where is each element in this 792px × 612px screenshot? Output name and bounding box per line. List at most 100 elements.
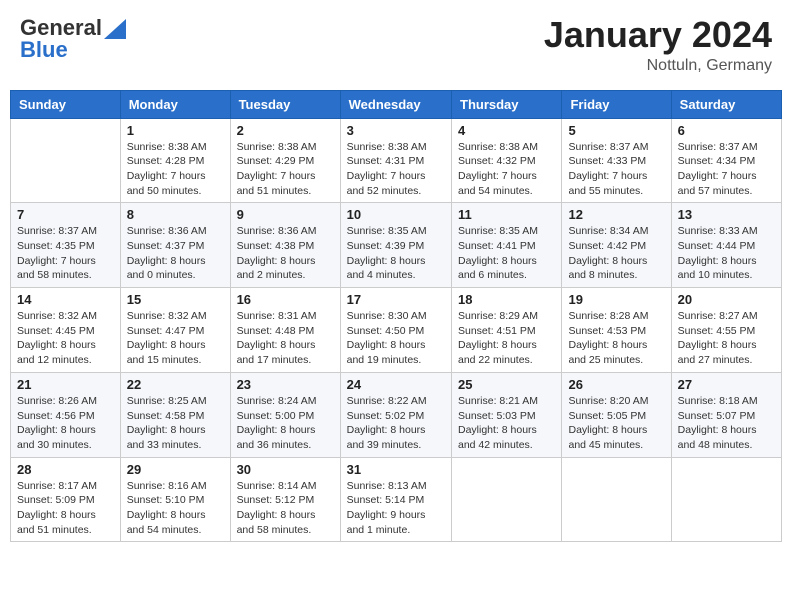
day-info: Sunrise: 8:38 AMSunset: 4:32 PMDaylight:…	[458, 140, 555, 199]
day-cell: 23 Sunrise: 8:24 AMSunset: 5:00 PMDayligh…	[230, 372, 340, 457]
day-number: 31	[347, 462, 445, 477]
day-info: Sunrise: 8:16 AMSunset: 5:10 PMDaylight:…	[127, 479, 224, 538]
day-number: 12	[568, 207, 664, 222]
column-header-sunday: Sunday	[11, 90, 121, 118]
day-cell: 1Sunrise: 8:38 AMSunset: 4:28 PMDaylight…	[120, 118, 230, 203]
day-cell: 25 Sunrise: 8:21 AMSunset: 5:03 PMDayligh…	[452, 372, 562, 457]
day-number: 8	[127, 207, 224, 222]
day-info: Sunrise: 8:14 AMSunset: 5:12 PMDaylight:…	[237, 479, 334, 538]
month-title: January 2024	[544, 15, 772, 55]
column-header-thursday: Thursday	[452, 90, 562, 118]
day-number: 14	[17, 292, 114, 307]
column-header-wednesday: Wednesday	[340, 90, 451, 118]
day-info: Sunrise: 8:18 AMSunset: 5:07 PMDaylight:…	[678, 394, 775, 453]
day-cell: 10 Sunrise: 8:35 AMSunset: 4:39 PMDayligh…	[340, 203, 451, 288]
day-number: 13	[678, 207, 775, 222]
day-cell: 6 Sunrise: 8:37 AMSunset: 4:34 PMDaylight…	[671, 118, 781, 203]
title-block: January 2024 Nottuln, Germany	[544, 15, 772, 75]
day-number: 15	[127, 292, 224, 307]
day-number: 20	[678, 292, 775, 307]
day-cell: 14Sunrise: 8:32 AMSunset: 4:45 PMDayligh…	[11, 288, 121, 373]
day-cell: 7Sunrise: 8:37 AMSunset: 4:35 PMDaylight…	[11, 203, 121, 288]
logo-icon	[104, 19, 126, 39]
location-title: Nottuln, Germany	[544, 57, 772, 75]
day-info: Sunrise: 8:17 AMSunset: 5:09 PMDaylight:…	[17, 479, 114, 538]
day-cell: 15Sunrise: 8:32 AMSunset: 4:47 PMDayligh…	[120, 288, 230, 373]
day-cell: 21 Sunrise: 8:26 AMSunset: 4:56 PMDayligh…	[11, 372, 121, 457]
day-cell: 20 Sunrise: 8:27 AMSunset: 4:55 PMDayligh…	[671, 288, 781, 373]
day-info: Sunrise: 8:28 AMSunset: 4:53 PMDaylight:…	[568, 309, 664, 368]
day-info: Sunrise: 8:33 AMSunset: 4:44 PMDaylight:…	[678, 224, 775, 283]
day-info: Sunrise: 8:22 AMSunset: 5:02 PMDaylight:…	[347, 394, 445, 453]
day-number: 25	[458, 377, 555, 392]
week-row-1: 1Sunrise: 8:38 AMSunset: 4:28 PMDaylight…	[11, 118, 782, 203]
day-number: 30	[237, 462, 334, 477]
week-row-2: 7Sunrise: 8:37 AMSunset: 4:35 PMDaylight…	[11, 203, 782, 288]
day-cell: 24 Sunrise: 8:22 AMSunset: 5:02 PMDayligh…	[340, 372, 451, 457]
day-info: Sunrise: 8:37 AMSunset: 4:34 PMDaylight:…	[678, 140, 775, 199]
day-cell	[562, 457, 671, 542]
day-number: 27	[678, 377, 775, 392]
day-number: 29	[127, 462, 224, 477]
day-cell: 29 Sunrise: 8:16 AMSunset: 5:10 PMDayligh…	[120, 457, 230, 542]
column-header-friday: Friday	[562, 90, 671, 118]
day-number: 17	[347, 292, 445, 307]
day-info: Sunrise: 8:37 AMSunset: 4:35 PMDaylight:…	[17, 224, 114, 283]
day-cell	[11, 118, 121, 203]
day-number: 18	[458, 292, 555, 307]
day-cell: 31Sunrise: 8:13 AMSunset: 5:14 PMDayligh…	[340, 457, 451, 542]
day-number: 4	[458, 123, 555, 138]
day-cell: 27 Sunrise: 8:18 AMSunset: 5:07 PMDayligh…	[671, 372, 781, 457]
day-cell: 9Sunrise: 8:36 AMSunset: 4:38 PMDaylight…	[230, 203, 340, 288]
day-cell	[671, 457, 781, 542]
day-cell: 30 Sunrise: 8:14 AMSunset: 5:12 PMDayligh…	[230, 457, 340, 542]
day-info: Sunrise: 8:38 AMSunset: 4:31 PMDaylight:…	[347, 140, 445, 199]
day-info: Sunrise: 8:36 AMSunset: 4:38 PMDaylight:…	[237, 224, 334, 283]
day-info: Sunrise: 8:38 AMSunset: 4:28 PMDaylight:…	[127, 140, 224, 199]
column-header-monday: Monday	[120, 90, 230, 118]
day-number: 28	[17, 462, 114, 477]
day-number: 26	[568, 377, 664, 392]
day-number: 3	[347, 123, 445, 138]
column-header-tuesday: Tuesday	[230, 90, 340, 118]
column-header-saturday: Saturday	[671, 90, 781, 118]
day-number: 21	[17, 377, 114, 392]
day-cell: 19 Sunrise: 8:28 AMSunset: 4:53 PMDayligh…	[562, 288, 671, 373]
day-number: 10	[347, 207, 445, 222]
day-number: 23	[237, 377, 334, 392]
day-info: Sunrise: 8:20 AMSunset: 5:05 PMDaylight:…	[568, 394, 664, 453]
day-cell: 5 Sunrise: 8:37 AMSunset: 4:33 PMDaylight…	[562, 118, 671, 203]
calendar-table: SundayMondayTuesdayWednesdayThursdayFrid…	[10, 90, 782, 543]
day-number: 16	[237, 292, 334, 307]
day-cell: 18 Sunrise: 8:29 AMSunset: 4:51 PMDayligh…	[452, 288, 562, 373]
day-info: Sunrise: 8:30 AMSunset: 4:50 PMDaylight:…	[347, 309, 445, 368]
day-info: Sunrise: 8:29 AMSunset: 4:51 PMDaylight:…	[458, 309, 555, 368]
day-cell: 28 Sunrise: 8:17 AMSunset: 5:09 PMDayligh…	[11, 457, 121, 542]
day-number: 24	[347, 377, 445, 392]
day-cell: 11Sunrise: 8:35 AMSunset: 4:41 PMDayligh…	[452, 203, 562, 288]
day-number: 22	[127, 377, 224, 392]
day-info: Sunrise: 8:21 AMSunset: 5:03 PMDaylight:…	[458, 394, 555, 453]
day-number: 6	[678, 123, 775, 138]
day-info: Sunrise: 8:26 AMSunset: 4:56 PMDaylight:…	[17, 394, 114, 453]
day-info: Sunrise: 8:34 AMSunset: 4:42 PMDaylight:…	[568, 224, 664, 283]
day-number: 19	[568, 292, 664, 307]
day-info: Sunrise: 8:35 AMSunset: 4:39 PMDaylight:…	[347, 224, 445, 283]
day-cell: 22 Sunrise: 8:25 AMSunset: 4:58 PMDayligh…	[120, 372, 230, 457]
day-cell: 16 Sunrise: 8:31 AMSunset: 4:48 PMDayligh…	[230, 288, 340, 373]
day-info: Sunrise: 8:38 AMSunset: 4:29 PMDaylight:…	[237, 140, 334, 199]
logo: General Blue	[20, 15, 126, 63]
page-header: General Blue January 2024 Nottuln, Germa…	[10, 10, 782, 80]
day-cell: 4 Sunrise: 8:38 AMSunset: 4:32 PMDaylight…	[452, 118, 562, 203]
day-cell: 3 Sunrise: 8:38 AMSunset: 4:31 PMDaylight…	[340, 118, 451, 203]
day-number: 2	[237, 123, 334, 138]
day-info: Sunrise: 8:31 AMSunset: 4:48 PMDaylight:…	[237, 309, 334, 368]
day-info: Sunrise: 8:27 AMSunset: 4:55 PMDaylight:…	[678, 309, 775, 368]
day-cell: 13 Sunrise: 8:33 AMSunset: 4:44 PMDayligh…	[671, 203, 781, 288]
day-cell	[452, 457, 562, 542]
day-number: 5	[568, 123, 664, 138]
logo-blue: Blue	[20, 37, 68, 63]
day-info: Sunrise: 8:25 AMSunset: 4:58 PMDaylight:…	[127, 394, 224, 453]
day-info: Sunrise: 8:24 AMSunset: 5:00 PMDaylight:…	[237, 394, 334, 453]
day-info: Sunrise: 8:37 AMSunset: 4:33 PMDaylight:…	[568, 140, 664, 199]
